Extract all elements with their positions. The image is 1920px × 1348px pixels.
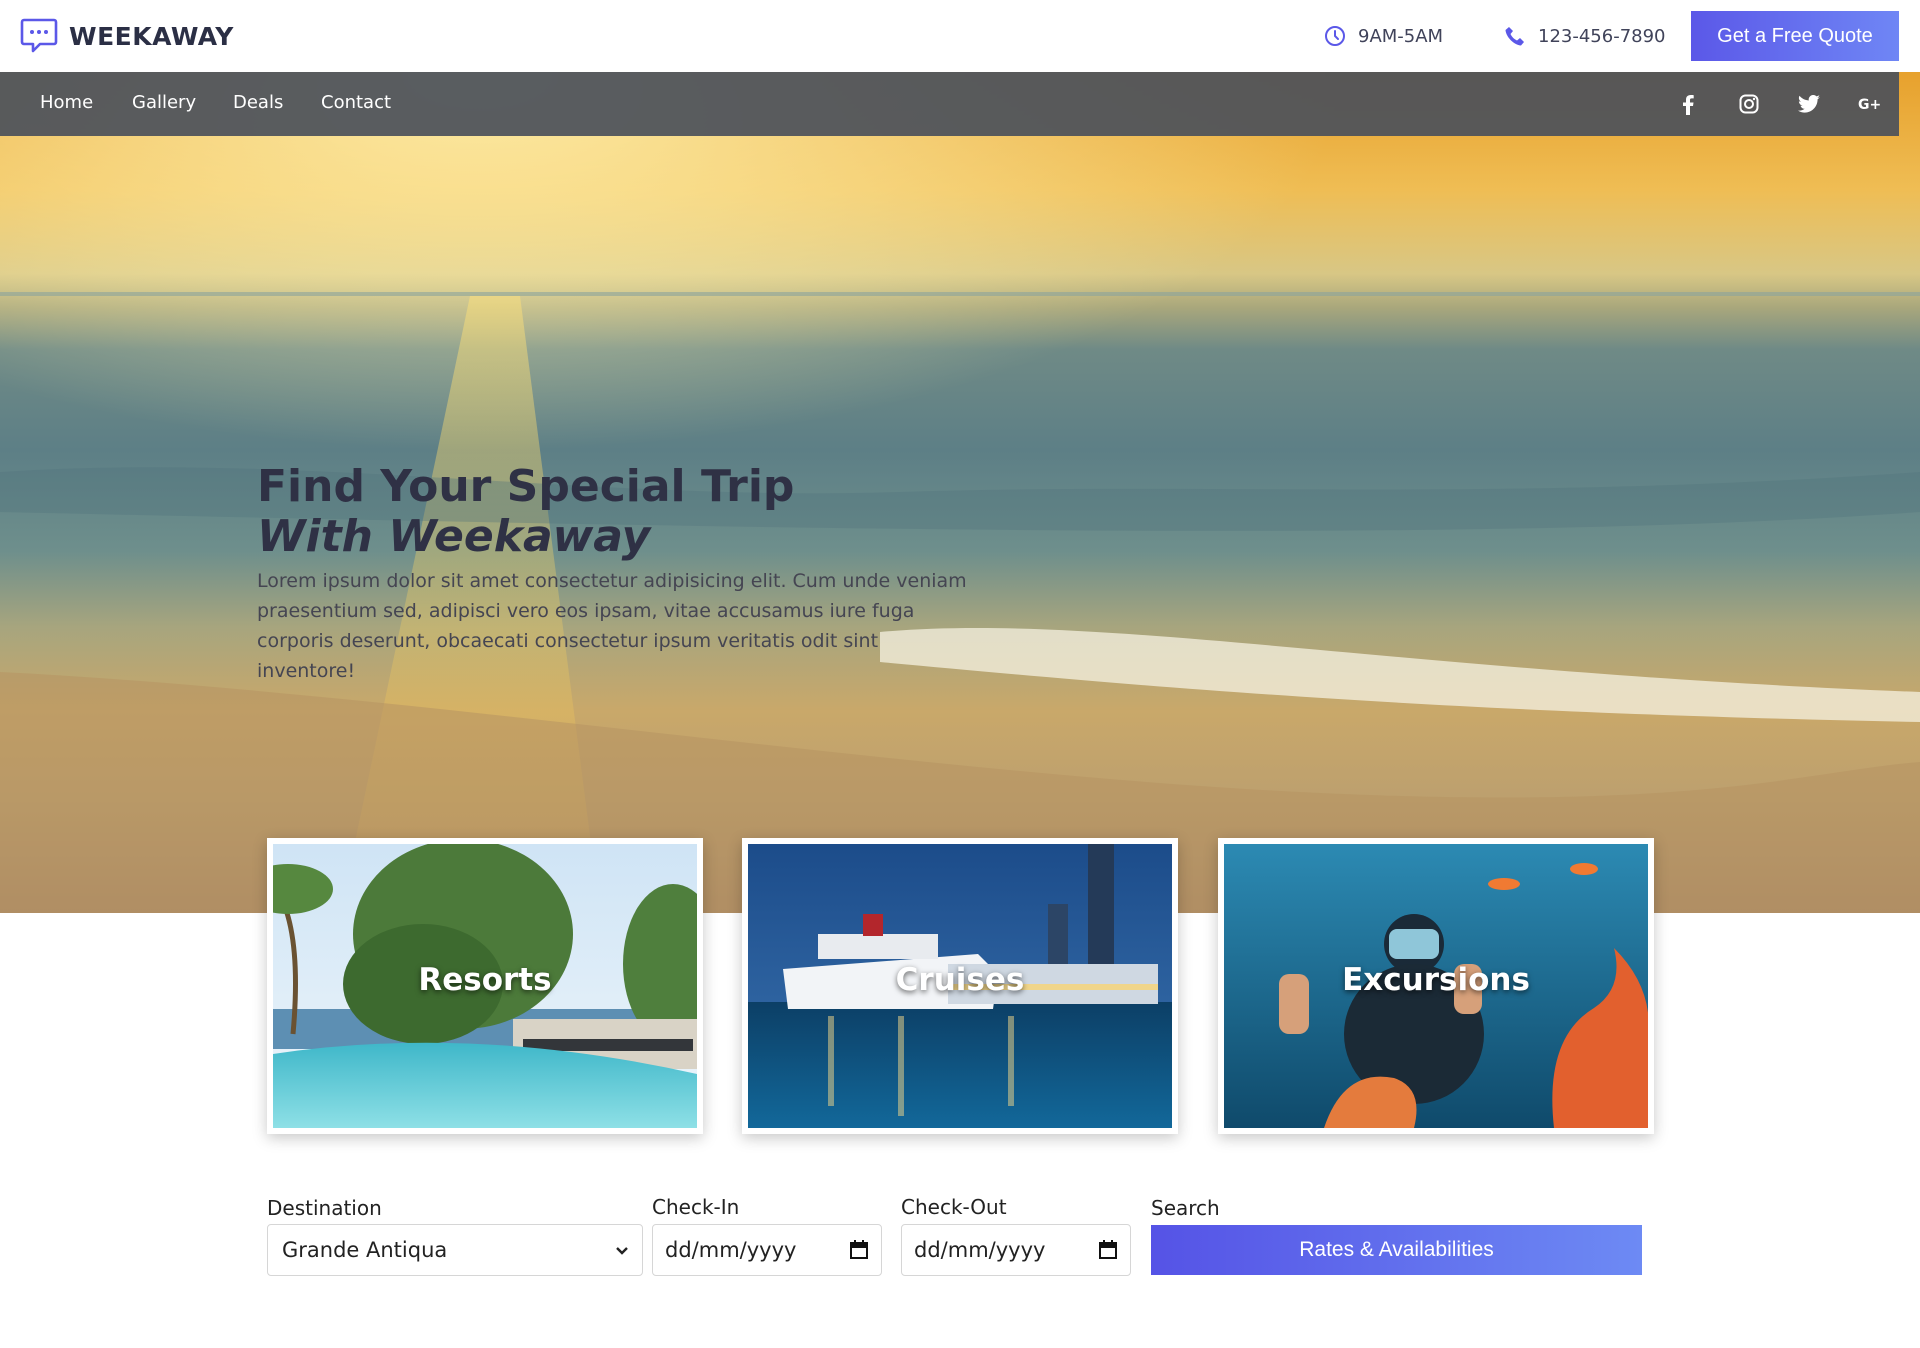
hero-title-line2: With Weekaway: [257, 511, 651, 562]
top-header: WEEKAWAY 9AM-5AM 123-456-7890 Get a Free…: [0, 0, 1920, 72]
main-navbar: Home Gallery Deals Contact G+: [0, 72, 1899, 136]
hours-text: 9AM-5AM: [1358, 25, 1444, 47]
get-quote-button[interactable]: Get a Free Quote: [1691, 11, 1899, 61]
nav-contact[interactable]: Contact: [321, 92, 391, 113]
hero-title: Find Your Special Trip With Weekaway: [257, 462, 794, 562]
destination-value: Grande Antiqua: [282, 1238, 448, 1262]
hero-title-line1: Find Your Special Trip: [257, 461, 795, 512]
cruises-image: Cruises: [748, 844, 1172, 1128]
excursions-image: Excursions: [1224, 844, 1648, 1128]
brand-logo[interactable]: WEEKAWAY: [20, 16, 234, 56]
phone-text: 123-456-7890: [1538, 25, 1666, 47]
nav-home[interactable]: Home: [40, 92, 93, 113]
chevron-down-icon: [616, 1247, 628, 1255]
instagram-icon[interactable]: [1737, 92, 1761, 116]
svg-text:G+: G+: [1858, 97, 1881, 112]
excursions-label: Excursions: [1342, 962, 1530, 998]
hero-banner: Find Your Special Trip With Weekaway Lor…: [0, 72, 1920, 913]
nav-gallery[interactable]: Gallery: [132, 92, 196, 113]
checkin-date-input[interactable]: dd/mm/yyyy: [652, 1224, 882, 1276]
cruises-card[interactable]: Cruises: [742, 838, 1178, 1134]
hero-description: Lorem ipsum dolor sit amet consectetur a…: [257, 570, 967, 682]
checkout-placeholder: dd/mm/yyyy: [914, 1238, 1046, 1262]
checkin-label: Check-In: [652, 1195, 740, 1219]
calendar-icon[interactable]: [849, 1239, 869, 1261]
destination-select[interactable]: Grande Antiqua: [267, 1224, 643, 1276]
destination-label: Destination: [267, 1196, 382, 1220]
resorts-card[interactable]: Resorts: [267, 838, 703, 1134]
phone-number[interactable]: 123-456-7890: [1504, 23, 1666, 49]
calendar-icon[interactable]: [1098, 1239, 1118, 1261]
cruises-label: Cruises: [895, 962, 1025, 998]
rates-availabilities-button[interactable]: Rates & Availabilities: [1151, 1225, 1642, 1275]
chat-bubble-icon: [20, 18, 58, 53]
twitter-icon[interactable]: [1797, 92, 1821, 116]
opening-hours: 9AM-5AM: [1324, 23, 1443, 49]
search-label: Search: [1151, 1196, 1220, 1220]
nav-deals[interactable]: Deals: [233, 92, 283, 113]
facebook-icon[interactable]: [1676, 92, 1700, 116]
checkin-placeholder: dd/mm/yyyy: [665, 1238, 797, 1262]
google-plus-icon[interactable]: G+: [1858, 92, 1882, 116]
excursions-card[interactable]: Excursions: [1218, 838, 1654, 1134]
resorts-image: Resorts: [273, 844, 697, 1128]
clock-icon: [1325, 26, 1345, 46]
checkout-label: Check-Out: [901, 1195, 1007, 1219]
phone-icon: [1505, 27, 1524, 46]
checkout-date-input[interactable]: dd/mm/yyyy: [901, 1224, 1131, 1276]
brand-name: WEEKAWAY: [69, 21, 234, 51]
resorts-label: Resorts: [418, 962, 552, 998]
